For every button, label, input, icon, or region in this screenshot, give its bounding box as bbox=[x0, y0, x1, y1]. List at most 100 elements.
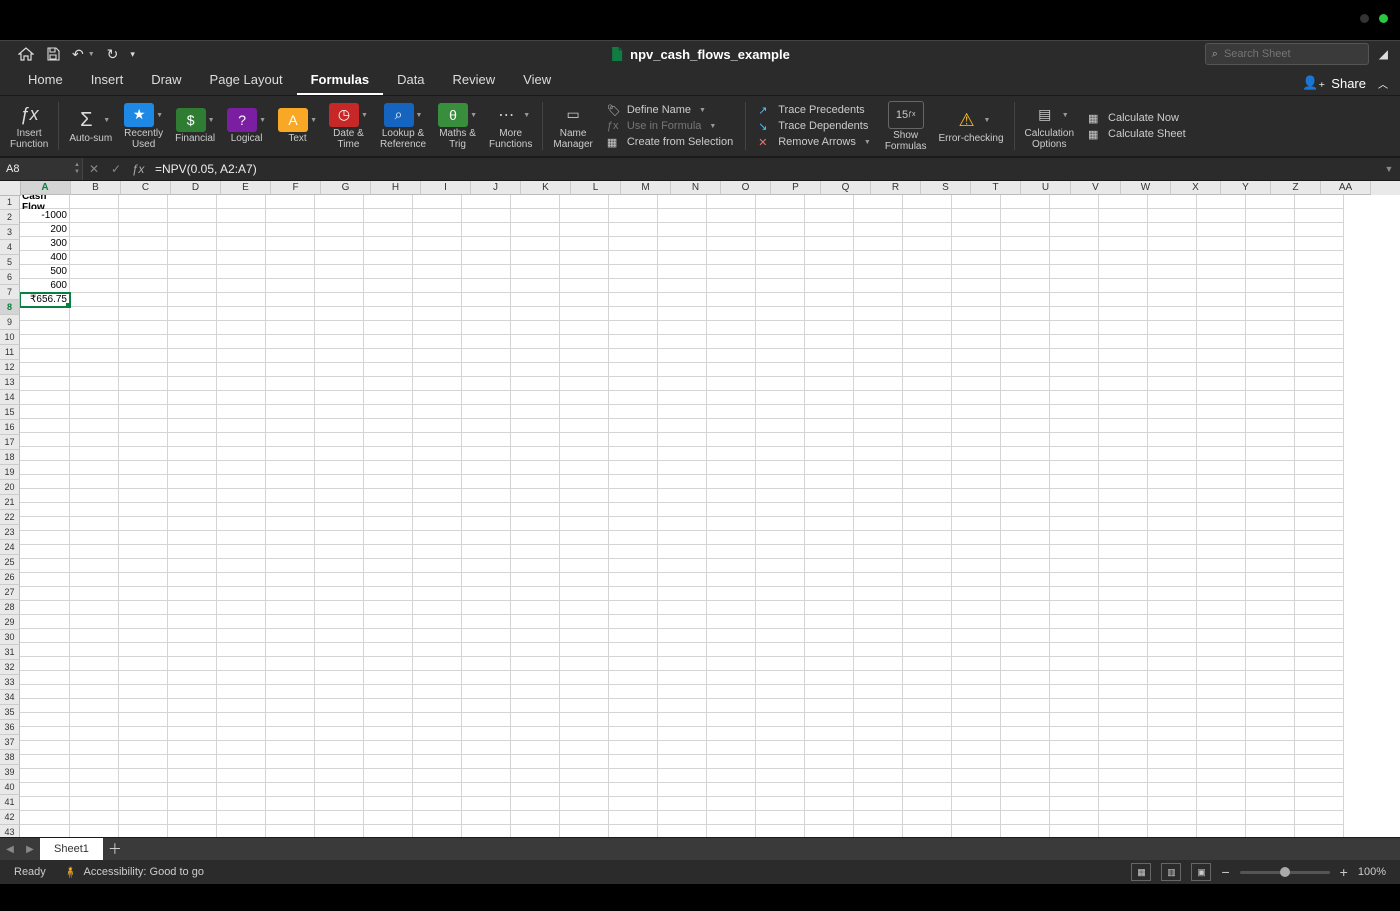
cell-C44[interactable] bbox=[119, 797, 168, 811]
row-header-21[interactable]: 21 bbox=[0, 495, 20, 510]
cell-V19[interactable] bbox=[1050, 447, 1099, 461]
cell-R46[interactable] bbox=[854, 825, 903, 837]
cell-E21[interactable] bbox=[217, 475, 266, 489]
cell-I45[interactable] bbox=[413, 811, 462, 825]
cell-B38[interactable] bbox=[70, 713, 119, 727]
cell-I40[interactable] bbox=[413, 741, 462, 755]
cell-K27[interactable] bbox=[511, 559, 560, 573]
cell-G5[interactable] bbox=[315, 251, 364, 265]
cell-N32[interactable] bbox=[658, 629, 707, 643]
cell-U16[interactable] bbox=[1001, 405, 1050, 419]
cell-G2[interactable] bbox=[315, 209, 364, 223]
cell-AA19[interactable] bbox=[1295, 447, 1344, 461]
cell-D44[interactable] bbox=[168, 797, 217, 811]
cell-P41[interactable] bbox=[756, 755, 805, 769]
cell-K33[interactable] bbox=[511, 643, 560, 657]
cell-X20[interactable] bbox=[1148, 461, 1197, 475]
cell-E35[interactable] bbox=[217, 671, 266, 685]
cell-Z7[interactable] bbox=[1246, 279, 1295, 293]
cell-G34[interactable] bbox=[315, 657, 364, 671]
cell-W18[interactable] bbox=[1099, 433, 1148, 447]
cell-F18[interactable] bbox=[266, 433, 315, 447]
cell-B43[interactable] bbox=[70, 783, 119, 797]
cell-A14[interactable] bbox=[20, 377, 70, 391]
cell-AA7[interactable] bbox=[1295, 279, 1344, 293]
cell-R17[interactable] bbox=[854, 419, 903, 433]
date-time-button[interactable]: ◷▼ Date & Time bbox=[323, 98, 374, 154]
cell-O2[interactable] bbox=[707, 209, 756, 223]
cell-B26[interactable] bbox=[70, 545, 119, 559]
cell-Q19[interactable] bbox=[805, 447, 854, 461]
cell-G28[interactable] bbox=[315, 573, 364, 587]
cell-U12[interactable] bbox=[1001, 349, 1050, 363]
cell-V5[interactable] bbox=[1050, 251, 1099, 265]
cell-T24[interactable] bbox=[952, 517, 1001, 531]
cell-X19[interactable] bbox=[1148, 447, 1197, 461]
cell-R1[interactable] bbox=[854, 195, 903, 209]
cell-M20[interactable] bbox=[609, 461, 658, 475]
cell-J18[interactable] bbox=[462, 433, 511, 447]
cell-P38[interactable] bbox=[756, 713, 805, 727]
cell-K13[interactable] bbox=[511, 363, 560, 377]
cell-L14[interactable] bbox=[560, 377, 609, 391]
cell-Y4[interactable] bbox=[1197, 237, 1246, 251]
cell-N29[interactable] bbox=[658, 587, 707, 601]
cell-T14[interactable] bbox=[952, 377, 1001, 391]
cell-J22[interactable] bbox=[462, 489, 511, 503]
cell-K1[interactable] bbox=[511, 195, 560, 209]
cell-K20[interactable] bbox=[511, 461, 560, 475]
cell-T42[interactable] bbox=[952, 769, 1001, 783]
cell-AA23[interactable] bbox=[1295, 503, 1344, 517]
cell-E46[interactable] bbox=[217, 825, 266, 837]
cell-P21[interactable] bbox=[756, 475, 805, 489]
cell-Y6[interactable] bbox=[1197, 265, 1246, 279]
calculate-now-button[interactable]: ▦Calculate Now bbox=[1088, 112, 1186, 124]
cell-L36[interactable] bbox=[560, 685, 609, 699]
cell-M9[interactable] bbox=[609, 307, 658, 321]
cell-Q10[interactable] bbox=[805, 321, 854, 335]
tab-formulas[interactable]: Formulas bbox=[297, 66, 384, 95]
cell-V18[interactable] bbox=[1050, 433, 1099, 447]
cell-Q43[interactable] bbox=[805, 783, 854, 797]
cell-W43[interactable] bbox=[1099, 783, 1148, 797]
cell-V3[interactable] bbox=[1050, 223, 1099, 237]
cell-D19[interactable] bbox=[168, 447, 217, 461]
cell-H38[interactable] bbox=[364, 713, 413, 727]
cell-N41[interactable] bbox=[658, 755, 707, 769]
cell-A32[interactable] bbox=[20, 629, 70, 643]
cell-V16[interactable] bbox=[1050, 405, 1099, 419]
cell-C30[interactable] bbox=[119, 601, 168, 615]
cell-E26[interactable] bbox=[217, 545, 266, 559]
cell-V15[interactable] bbox=[1050, 391, 1099, 405]
cell-A25[interactable] bbox=[20, 531, 70, 545]
cell-O19[interactable] bbox=[707, 447, 756, 461]
cell-O14[interactable] bbox=[707, 377, 756, 391]
cell-A7[interactable]: 600 bbox=[20, 279, 70, 293]
cell-G24[interactable] bbox=[315, 517, 364, 531]
cell-F46[interactable] bbox=[266, 825, 315, 837]
cell-R2[interactable] bbox=[854, 209, 903, 223]
cell-S20[interactable] bbox=[903, 461, 952, 475]
cell-Y35[interactable] bbox=[1197, 671, 1246, 685]
cell-W28[interactable] bbox=[1099, 573, 1148, 587]
cell-Z23[interactable] bbox=[1246, 503, 1295, 517]
cell-O24[interactable] bbox=[707, 517, 756, 531]
cell-Q5[interactable] bbox=[805, 251, 854, 265]
redo-icon[interactable]: ↻ bbox=[101, 46, 125, 63]
cell-U32[interactable] bbox=[1001, 629, 1050, 643]
cell-K45[interactable] bbox=[511, 811, 560, 825]
cell-AA34[interactable] bbox=[1295, 657, 1344, 671]
row-header-42[interactable]: 42 bbox=[0, 810, 20, 825]
cell-J32[interactable] bbox=[462, 629, 511, 643]
cell-J30[interactable] bbox=[462, 601, 511, 615]
cell-AA15[interactable] bbox=[1295, 391, 1344, 405]
cell-M17[interactable] bbox=[609, 419, 658, 433]
cell-Y30[interactable] bbox=[1197, 601, 1246, 615]
cell-U27[interactable] bbox=[1001, 559, 1050, 573]
cell-X14[interactable] bbox=[1148, 377, 1197, 391]
cell-V9[interactable] bbox=[1050, 307, 1099, 321]
cell-M26[interactable] bbox=[609, 545, 658, 559]
cell-Q45[interactable] bbox=[805, 811, 854, 825]
cell-H39[interactable] bbox=[364, 727, 413, 741]
cell-S29[interactable] bbox=[903, 587, 952, 601]
